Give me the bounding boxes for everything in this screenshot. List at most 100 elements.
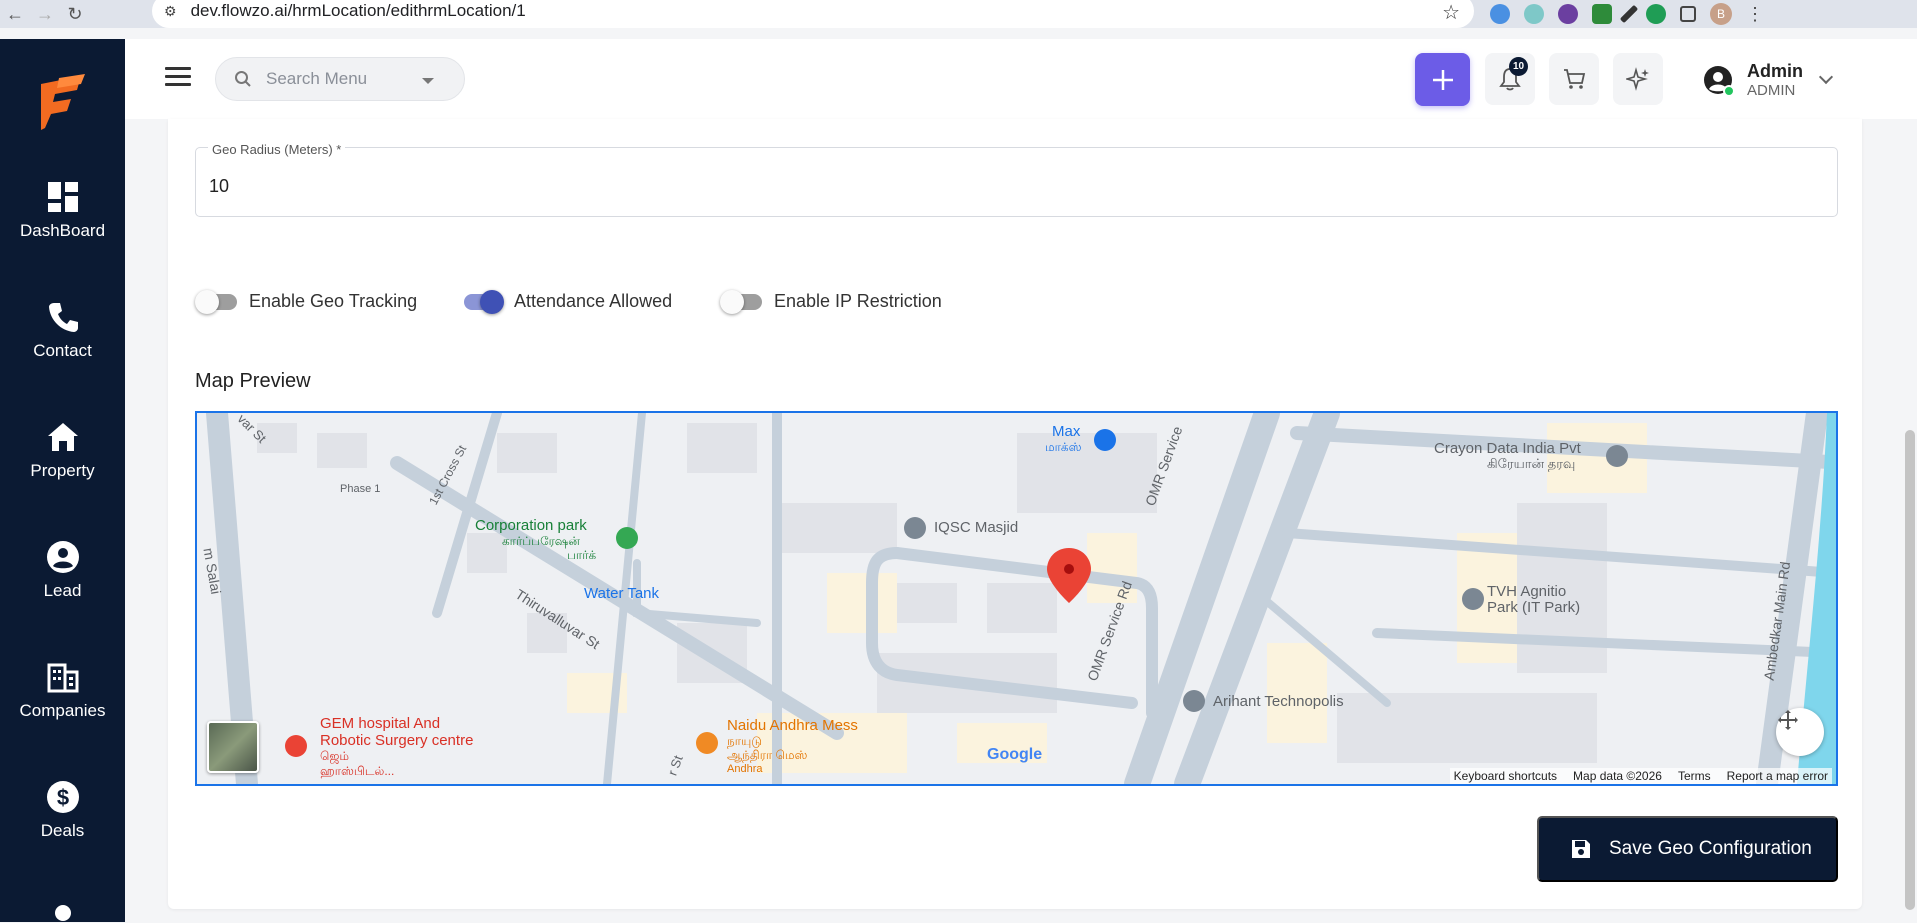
svg-text:$: $ xyxy=(56,785,68,810)
map-label-corporation: Corporation park xyxy=(475,517,587,534)
phone-icon xyxy=(48,303,78,332)
sidebar-item-lead[interactable]: Lead xyxy=(0,539,125,601)
back-icon[interactable]: ← xyxy=(0,0,30,28)
sidebar: DashBoard Contact Property Lead Companie… xyxy=(0,39,125,922)
search-icon xyxy=(235,71,251,87)
map-preview[interactable]: Max மாக்ஸ் Crayon Data India Pvt கிரேயான… xyxy=(195,411,1838,786)
map-label-gem-ta2: ஹாஸ்பிடல்... xyxy=(320,764,395,778)
map-terms-link[interactable]: Terms xyxy=(1678,769,1711,783)
map-label-gem-ta1: ஜெம் xyxy=(320,749,350,763)
puzzle-icon[interactable] xyxy=(1680,6,1696,22)
sidebar-label-deals: Deals xyxy=(40,821,85,840)
map-label-phase1: Phase 1 xyxy=(340,483,381,495)
map-label-crayon: Crayon Data India Pvt xyxy=(1434,440,1581,457)
map-label-gem1: GEM hospital And xyxy=(320,715,441,732)
companies-icon xyxy=(47,663,78,693)
geo-tracking-switch[interactable] xyxy=(195,290,239,314)
site-settings-icon[interactable]: ⚙ xyxy=(164,3,177,20)
map-label-naidu-ta3: Andhra xyxy=(727,763,763,775)
online-status-dot xyxy=(1723,85,1735,97)
notification-badge: 10 xyxy=(1509,57,1528,76)
map-footer: Keyboard shortcuts Map data ©2026 Terms … xyxy=(1449,768,1832,784)
extension-1-icon[interactable] xyxy=(1490,4,1510,24)
toggle-enable-ip-restriction[interactable]: Enable IP Restriction xyxy=(720,290,942,314)
map-label-corporation-ta2: பார்க் xyxy=(567,548,597,562)
map-data-credit: Map data ©2026 xyxy=(1573,769,1662,783)
sidebar-label-contact: Contact xyxy=(33,341,92,360)
page-scrollbar[interactable] xyxy=(1905,430,1915,910)
attendance-allowed-switch[interactable] xyxy=(460,290,504,314)
map-label-arihant: Arihant Technopolis xyxy=(1213,693,1344,710)
map-label-naidu1: Naidu Andhra Mess xyxy=(727,717,858,734)
sidebar-item-deals[interactable]: $ Deals xyxy=(0,779,125,841)
user-name: Admin xyxy=(1747,61,1803,81)
sidebar-item-partial-icon[interactable] xyxy=(45,899,81,923)
eyedropper-icon[interactable] xyxy=(1619,4,1639,24)
search-menu[interactable]: Search Menu xyxy=(215,57,465,101)
user-role: ADMIN xyxy=(1747,82,1796,99)
chevron-down-icon[interactable] xyxy=(1818,69,1834,85)
map-label-gem2: Robotic Surgery centre xyxy=(320,732,474,749)
sparkle-icon xyxy=(1626,67,1649,91)
fullscreen-icon xyxy=(1778,710,1798,730)
dropdown-caret-icon xyxy=(422,78,434,84)
address-bar[interactable]: ⚙ dev.flowzo.ai/hrmLocation/edithrmLocat… xyxy=(152,0,1474,28)
sidebar-item-property[interactable]: Property xyxy=(0,419,125,481)
map-keyboard-shortcuts[interactable]: Keyboard shortcuts xyxy=(1454,769,1557,783)
dashboard-icon xyxy=(47,182,78,212)
url-text: dev.flowzo.ai/hrmLocation/edithrmLocatio… xyxy=(190,1,526,20)
add-button[interactable] xyxy=(1415,53,1470,106)
extension-5-icon[interactable] xyxy=(1646,4,1666,24)
geo-radius-value[interactable]: 10 xyxy=(209,176,1809,197)
map-label-max-ta: மாக்ஸ் xyxy=(1045,440,1082,454)
notifications-button[interactable]: 10 xyxy=(1485,53,1535,105)
extension-3-icon[interactable] xyxy=(1558,4,1578,24)
extension-2-icon[interactable] xyxy=(1524,4,1544,24)
dollar-icon: $ xyxy=(46,781,79,813)
extension-4-icon[interactable] xyxy=(1592,4,1612,24)
sidebar-item-dashboard[interactable]: DashBoard xyxy=(0,179,125,241)
map-report-error-link[interactable]: Report a map error xyxy=(1727,769,1828,783)
profile-avatar[interactable]: B xyxy=(1710,3,1732,25)
cart-button[interactable] xyxy=(1549,53,1599,105)
sidebar-item-contact[interactable]: Contact xyxy=(0,299,125,361)
attendance-allowed-label: Attendance Allowed xyxy=(514,290,673,311)
ai-sparkle-button[interactable] xyxy=(1613,53,1663,105)
sidebar-label-dashboard: DashBoard xyxy=(19,221,106,240)
ip-restriction-switch[interactable] xyxy=(720,290,764,314)
geo-radius-label: Geo Radius (Meters) * xyxy=(208,142,346,157)
save-icon xyxy=(1572,840,1590,858)
bookmark-star-icon[interactable]: ☆ xyxy=(1442,0,1460,25)
fullscreen-button[interactable] xyxy=(1776,708,1824,756)
ip-restriction-label: Enable IP Restriction xyxy=(774,290,942,311)
reload-icon[interactable]: ↻ xyxy=(60,0,90,28)
save-button-label: Save Geo Configuration xyxy=(1609,838,1812,859)
sidebar-item-companies[interactable]: Companies xyxy=(0,659,125,721)
toggle-attendance-allowed[interactable]: Attendance Allowed xyxy=(460,290,673,314)
map-label-max: Max xyxy=(1052,423,1081,440)
user-menu[interactable]: Admin ADMIN xyxy=(1703,55,1834,105)
browser-toolbar: ← → ↻ ⚙ dev.flowzo.ai/hrmLocation/edithr… xyxy=(0,0,1917,28)
browser-menu-icon[interactable]: ⋮ xyxy=(1746,4,1764,25)
plus-icon xyxy=(1432,69,1453,90)
sidebar-label-property: Property xyxy=(30,461,95,480)
save-geo-configuration-button[interactable]: Save Geo Configuration xyxy=(1537,816,1838,882)
search-placeholder: Search Menu xyxy=(266,69,368,88)
extensions-bar: B ⋮ xyxy=(1490,0,1764,28)
map-label-naidu-ta2: ஆந்திரா மெஸ் xyxy=(727,748,808,762)
geo-radius-field[interactable]: Geo Radius (Meters) * 10 xyxy=(195,142,1838,217)
home-icon xyxy=(47,423,78,451)
forward-icon[interactable]: → xyxy=(30,0,60,28)
hamburger-menu-icon[interactable] xyxy=(165,67,191,89)
map-type-toggle[interactable] xyxy=(207,721,259,773)
map-label-tvh2: Park (IT Park) xyxy=(1487,599,1581,616)
google-logo: Google xyxy=(987,746,1043,763)
person-icon xyxy=(46,541,79,573)
sidebar-label-companies: Companies xyxy=(19,701,106,720)
map-label-iqsc: IQSC Masjid xyxy=(934,519,1019,536)
geo-tracking-label: Enable Geo Tracking xyxy=(249,290,418,311)
map-label-crayon-ta: கிரேயான் தரவு xyxy=(1487,456,1576,471)
toggle-enable-geo-tracking[interactable]: Enable Geo Tracking xyxy=(195,290,418,314)
flowzo-logo[interactable] xyxy=(37,74,89,130)
map-label-tvh1: TVH Agnitio xyxy=(1487,583,1567,600)
